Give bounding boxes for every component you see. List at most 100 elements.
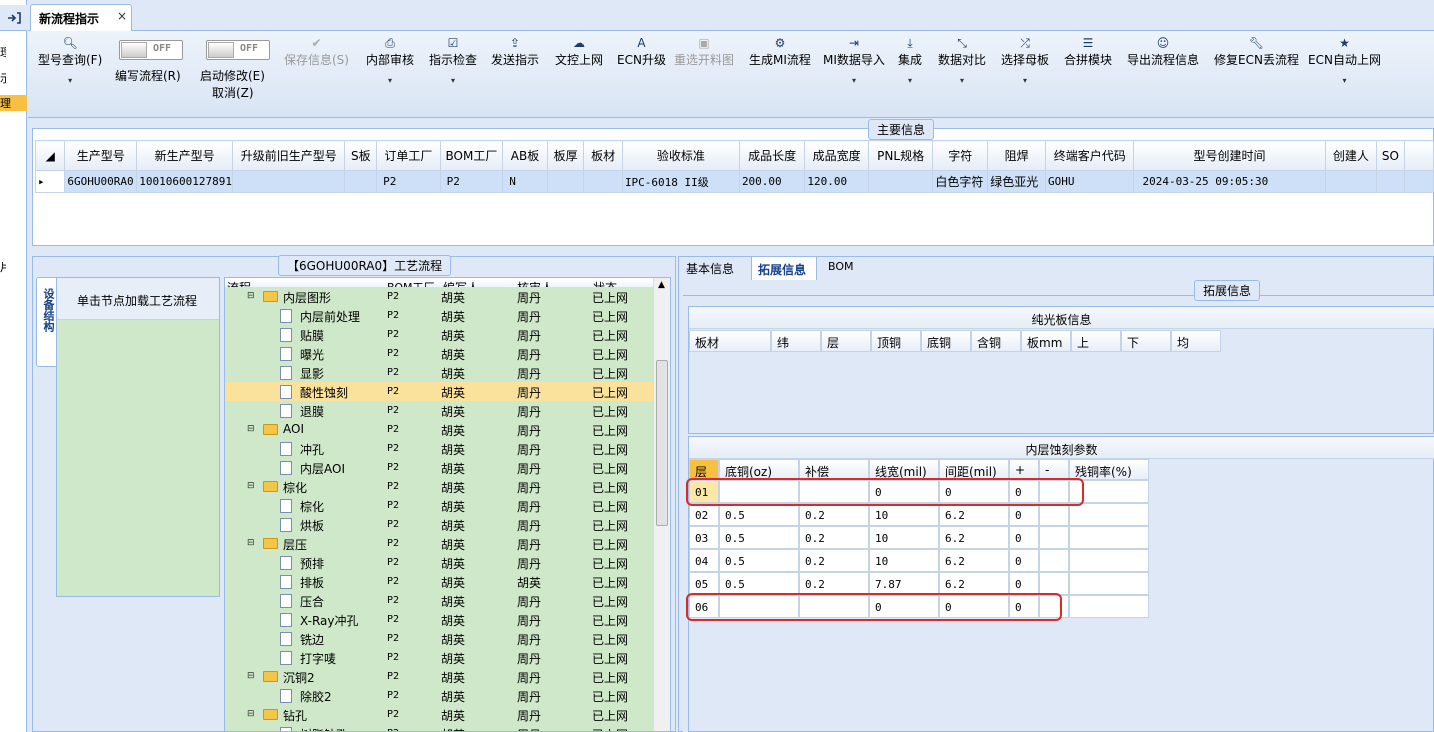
grid-cell[interactable]: 0	[1009, 503, 1039, 526]
tree-leaf-node[interactable]: 酸性蚀刻 P2 胡英 周丹 已上网	[225, 382, 655, 401]
tab-extended-info[interactable]: 拓展信息	[751, 256, 817, 280]
tree-leaf-node[interactable]: 预排 P2 胡英 周丹 已上网	[225, 553, 655, 572]
dropdown-arrow-icon[interactable]: ▾	[938, 76, 986, 85]
grid-cell[interactable]: 0.5	[719, 526, 799, 549]
column-header[interactable]: 板mm	[1021, 330, 1071, 352]
tree-leaf-node[interactable]: 内层AOI P2 胡英 周丹 已上网	[225, 458, 655, 477]
tree-leaf-node[interactable]: 打字唛 P2 胡英 周丹 已上网	[225, 648, 655, 667]
column-header[interactable]: 终端客户代码	[1044, 140, 1135, 171]
column-header[interactable]: 阻焊	[987, 140, 1046, 171]
tree-leaf-node[interactable]: 内层前处理 P2 胡英 周丹 已上网	[225, 306, 655, 325]
grid-cell[interactable]: 0.2	[799, 503, 869, 526]
dropdown-arrow-icon[interactable]: ▾	[38, 76, 102, 85]
save-info-button[interactable]: ✔ 保存信息(S)	[284, 35, 349, 68]
grid-cell[interactable]	[1039, 572, 1069, 595]
column-header[interactable]: +	[1009, 459, 1039, 480]
dropdown-arrow-icon[interactable]: ▾	[366, 76, 414, 85]
grid-cell[interactable]: 03	[689, 526, 719, 549]
grid-cell[interactable]: 10	[869, 503, 939, 526]
left-strip-item[interactable]: 示	[0, 70, 6, 86]
tree-leaf-node[interactable]: 排板 P2 胡英 胡英 已上网	[225, 572, 655, 591]
column-header[interactable]: S板	[344, 140, 378, 171]
column-header[interactable]: 型号创建时间	[1133, 140, 1326, 171]
tree-leaf-node[interactable]: 棕化 P2 胡英 周丹 已上网	[225, 496, 655, 515]
edit-flow-toggle[interactable]: OFF	[119, 40, 183, 60]
grid-cell[interactable]: 05	[689, 572, 719, 595]
left-strip-item-selected[interactable]: 理	[0, 95, 27, 111]
grid-cell[interactable]: 6.2	[939, 503, 1009, 526]
column-header[interactable]: 上	[1071, 330, 1121, 352]
collapse-icon[interactable]: ⊟	[247, 538, 255, 548]
dropdown-arrow-icon[interactable]: ▾	[898, 76, 922, 85]
tab-bom[interactable]: BOM	[828, 256, 854, 280]
grid-cell[interactable]: 0	[1009, 526, 1039, 549]
upload-control-button[interactable]: ☁ 文控上网	[555, 35, 603, 68]
grid-cell[interactable]	[1039, 549, 1069, 572]
grid-cell[interactable]: 0.5	[719, 503, 799, 526]
column-header[interactable]: SO	[1376, 140, 1405, 171]
grid-cell[interactable]	[1069, 549, 1149, 572]
close-icon[interactable]: ×	[117, 9, 127, 23]
tree-folder-node[interactable]: ⊟ 沉铜2 P2 胡英 周丹 已上网	[225, 667, 655, 686]
dropdown-arrow-icon[interactable]: ▾	[1308, 76, 1381, 85]
tree-folder-node[interactable]: ⊟ AOI P2 胡英 周丹 已上网	[225, 420, 655, 439]
grid-cell[interactable]: 0	[1009, 549, 1039, 572]
scroll-up-arrow-icon[interactable]: ▲	[658, 280, 665, 290]
start-modify-toggle[interactable]: OFF	[206, 40, 270, 60]
tree-leaf-node[interactable]: 压合 P2 胡英 周丹 已上网	[225, 591, 655, 610]
generate-mi-button[interactable]: ⚙ 生成MI流程	[749, 35, 811, 68]
tree-leaf-node[interactable]: 冲孔 P2 胡英 周丹 已上网	[225, 439, 655, 458]
column-header[interactable]: 成品长度	[738, 140, 806, 171]
column-header[interactable]: 底铜(oz)	[719, 459, 799, 480]
dropdown-arrow-icon[interactable]: ▾	[823, 76, 885, 85]
grid-cell[interactable]: 7.87	[869, 572, 939, 595]
column-header[interactable]: 补偿	[799, 459, 869, 480]
tree-folder-node[interactable]: ⊟ 钻孔 P2 胡英 周丹 已上网	[225, 705, 655, 724]
grid-cell[interactable]: 0.5	[719, 572, 799, 595]
instruction-check-button[interactable]: ☑ 指示检查 ▾	[429, 35, 477, 85]
column-header[interactable]: 纬	[771, 330, 821, 352]
column-header[interactable]: 间距(mil)	[939, 459, 1009, 480]
query-model-button[interactable]: 🔍︎ 型号查询(F) ▾	[38, 35, 102, 85]
column-header[interactable]: AB板	[502, 140, 548, 171]
collapse-icon[interactable]: ⊟	[247, 481, 255, 491]
column-header[interactable]: PNL规格	[867, 140, 934, 171]
column-header[interactable]: 板材	[689, 330, 771, 352]
row-selector-arrow-icon[interactable]: ▸	[35, 170, 66, 193]
merge-module-button[interactable]: ☰ 合拼模块	[1064, 35, 1112, 68]
column-header[interactable]: 板厚	[546, 140, 585, 171]
column-header[interactable]: 升级前旧生产型号	[231, 140, 346, 171]
grid-cell[interactable]: 6.2	[939, 526, 1009, 549]
tree-leaf-node[interactable]: 铣边 P2 胡英 周丹 已上网	[225, 629, 655, 648]
column-header[interactable]: 验收标准	[621, 140, 740, 171]
left-strip-item[interactable]: 片	[0, 259, 6, 275]
column-header[interactable]: 创建人	[1324, 140, 1378, 171]
column-header[interactable]: 成品宽度	[804, 140, 869, 171]
horizontal-splitter[interactable]	[32, 247, 1434, 255]
mi-import-button[interactable]: ⇥ MI数据导入 ▾	[823, 35, 885, 85]
dropdown-arrow-icon[interactable]: ▾	[429, 76, 477, 85]
column-header[interactable]: 线宽(mil)	[869, 459, 939, 480]
grid-cell[interactable]: 0.5	[719, 549, 799, 572]
tree-folder-node[interactable]: ⊟ 层压 P2 胡英 周丹 已上网	[225, 534, 655, 553]
select-mother-board-button[interactable]: ⤮ 选择母板 ▾	[1001, 35, 1049, 85]
tree-folder-node[interactable]: ⊟ 内层图形 P2 胡英 周丹 已上网	[225, 287, 655, 306]
side-tab-device-structure[interactable]: 设备结构	[36, 277, 56, 367]
column-header[interactable]: 板材	[583, 140, 623, 171]
grid-cell[interactable]: 0.2	[799, 526, 869, 549]
tree-folder-node[interactable]: ⊟ 棕化 P2 胡英 周丹 已上网	[225, 477, 655, 496]
grid-cell[interactable]: 02	[689, 503, 719, 526]
collapse-icon[interactable]: ⊟	[247, 424, 255, 434]
grid-cell[interactable]: 0.2	[799, 549, 869, 572]
send-instruction-button[interactable]: ⇪ 发送指示	[491, 35, 539, 68]
cancel-button[interactable]: 取消(Z)	[212, 84, 254, 101]
grid-cell[interactable]	[1069, 526, 1149, 549]
grid-cell[interactable]	[1069, 595, 1149, 618]
collapse-icon[interactable]: ⊟	[247, 709, 255, 719]
column-header[interactable]: 新生产型号	[136, 140, 233, 171]
tree-leaf-node[interactable]: 显影 P2 胡英 周丹 已上网	[225, 363, 655, 382]
grid-cell[interactable]	[1039, 526, 1069, 549]
grid-cell[interactable]: 6.2	[939, 572, 1009, 595]
column-header[interactable]: 层	[821, 330, 871, 352]
grid-cell[interactable]: 0.2	[799, 572, 869, 595]
